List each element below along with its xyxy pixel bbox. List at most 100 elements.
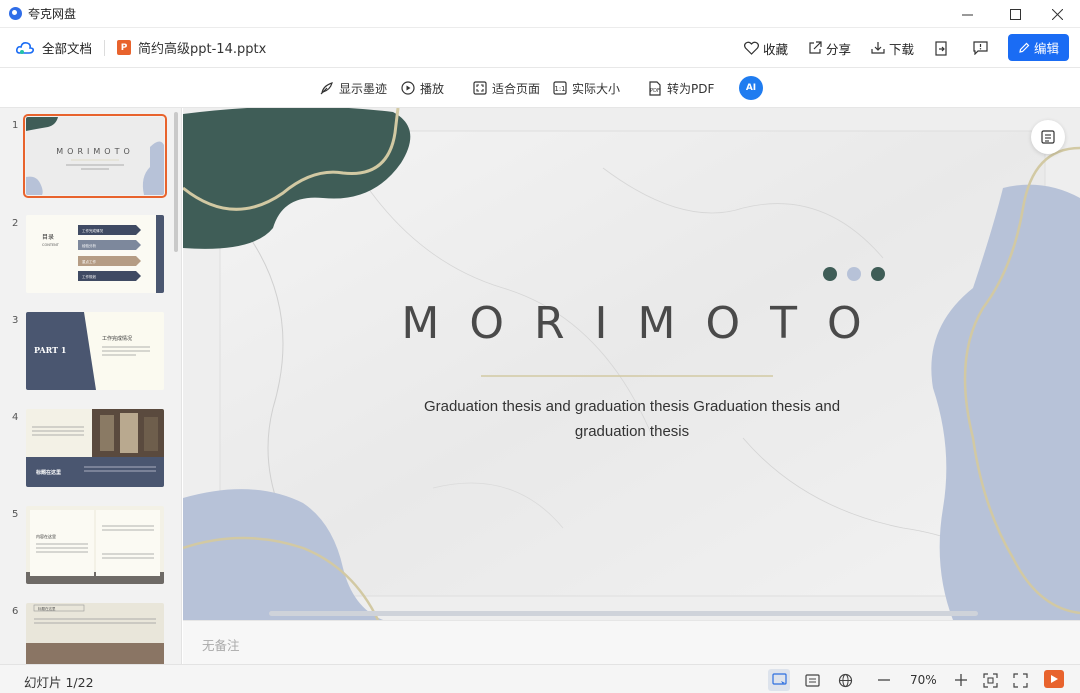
convert-pdf-label: 转为PDF xyxy=(667,81,715,96)
fit-page-label: 适合页面 xyxy=(492,81,541,96)
zoom-in-button[interactable] xyxy=(950,669,972,691)
slide-background xyxy=(183,108,1080,620)
title-bar: 夸克网盘 xyxy=(0,0,1080,28)
status-bar: 幻灯片 1/22 70% xyxy=(0,664,1080,693)
thumbnail-title: PART 1 xyxy=(34,345,66,355)
thumbnail-number: 3 xyxy=(12,315,19,326)
slide-thumbnail-3[interactable]: PART 1 工作完成情况 xyxy=(26,312,164,390)
fit-page-button[interactable]: 适合页面 xyxy=(473,68,540,108)
speaker-notes[interactable]: 无备注 xyxy=(183,620,1080,664)
minus-icon xyxy=(878,679,890,681)
svg-text:PDF: PDF xyxy=(650,88,660,94)
thumbnail-title: 标题在这里 xyxy=(35,469,61,476)
thumbnail-item: 工作规划 xyxy=(82,274,96,279)
thumbnail-number: 1 xyxy=(12,120,19,131)
notes-view-button[interactable] xyxy=(801,669,823,691)
slide-list-toggle-button[interactable] xyxy=(1031,120,1065,154)
zoom-out-button[interactable] xyxy=(873,669,895,691)
slideshow-play-button[interactable] xyxy=(1044,670,1064,688)
heart-icon xyxy=(744,41,759,55)
download-label: 下载 xyxy=(889,41,915,57)
svg-text:1:1: 1:1 xyxy=(554,85,565,93)
cloud-icon[interactable] xyxy=(16,41,34,55)
favorite-button[interactable]: 收藏 xyxy=(744,28,788,68)
zoom-level: 70% xyxy=(910,673,937,687)
pdf-file-icon: PDF xyxy=(649,80,661,96)
slide-title: MORIMOTO xyxy=(401,298,892,349)
thumbnail-title: MORIMOTO xyxy=(56,147,134,156)
play-button[interactable]: 播放 xyxy=(401,68,444,108)
feedback-button[interactable] xyxy=(973,28,992,68)
edit-label: 编辑 xyxy=(1033,41,1059,56)
ai-assistant-button[interactable]: AI xyxy=(739,76,763,100)
favorite-label: 收藏 xyxy=(763,41,789,57)
web-view-button[interactable] xyxy=(834,669,856,691)
thumbnail-item: 工作完成情况 xyxy=(82,228,103,233)
pencil-icon xyxy=(1019,42,1030,53)
play-circle-icon xyxy=(401,81,415,95)
export-button[interactable] xyxy=(934,28,952,68)
app-title: 夸克网盘 xyxy=(28,7,77,21)
download-button[interactable]: 下载 xyxy=(871,28,914,68)
minimize-button[interactable] xyxy=(944,0,990,28)
fullscreen-icon xyxy=(1012,672,1028,688)
slides-icon xyxy=(1041,130,1055,144)
slide-thumbnail-2[interactable]: 目录 CONTENT 工作完成情况 经验分析 重点工作 工作规划 xyxy=(26,215,164,293)
thumbnail-number: 4 xyxy=(12,412,19,423)
pptx-file-icon: P xyxy=(117,40,132,55)
actual-size-label: 实际大小 xyxy=(572,81,621,96)
show-ink-button[interactable]: 显示墨迹 xyxy=(320,68,387,108)
slide-thumbnail-5[interactable]: 内容在这里 xyxy=(26,506,164,584)
feather-ink-icon xyxy=(320,82,333,95)
share-button[interactable]: 分享 xyxy=(808,28,851,68)
share-icon xyxy=(809,41,822,54)
fit-page-icon xyxy=(473,81,487,95)
play-label: 播放 xyxy=(420,81,445,96)
breadcrumb-all-docs[interactable]: 全部文档 xyxy=(42,38,92,57)
fit-screen-icon xyxy=(982,672,998,688)
close-icon xyxy=(1051,8,1063,20)
file-name: 简约高级ppt-14.pptx xyxy=(138,42,267,57)
fit-screen-button[interactable] xyxy=(979,669,1001,691)
convert-pdf-button[interactable]: PDF 转为PDF xyxy=(648,68,714,108)
actual-size-button[interactable]: 1:1 实际大小 xyxy=(553,68,620,108)
plus-icon xyxy=(955,674,967,686)
show-ink-label: 显示墨迹 xyxy=(339,81,388,96)
share-label: 分享 xyxy=(826,41,852,57)
minimize-icon xyxy=(961,14,973,15)
maximize-button[interactable] xyxy=(992,0,1038,28)
normal-view-icon xyxy=(771,673,787,686)
thumbnail-scrollbar[interactable] xyxy=(174,112,178,252)
thumbnail-title: 目录 xyxy=(42,233,54,241)
thumbnail-number: 6 xyxy=(12,606,19,617)
slide-counter: 幻灯片 1/22 xyxy=(24,675,94,690)
globe-icon xyxy=(838,673,852,687)
slide-thumbnail-1[interactable]: MORIMOTO xyxy=(23,114,167,198)
notes-placeholder: 无备注 xyxy=(202,638,240,653)
horizontal-scrollbar[interactable] xyxy=(269,611,978,616)
export-icon xyxy=(935,40,947,56)
feedback-icon xyxy=(973,41,988,55)
notes-view-icon xyxy=(804,673,820,687)
thumbnail-subtitle: 工作完成情况 xyxy=(102,335,132,342)
download-icon xyxy=(871,42,885,54)
thumbnail-item: 经验分析 xyxy=(82,243,96,248)
actual-size-icon: 1:1 xyxy=(553,81,567,95)
thumbnail-title: 标题在这里 xyxy=(38,606,56,611)
maximize-icon xyxy=(1009,8,1021,20)
close-button[interactable] xyxy=(1034,0,1080,28)
edit-button[interactable]: 编辑 xyxy=(1008,34,1069,61)
slide-subtitle: Graduation thesis and graduation thesis … xyxy=(423,398,841,440)
document-header: 全部文档 P 简约高级ppt-14.pptx 收藏 分享 下载 编辑 xyxy=(0,28,1080,68)
slide-thumbnail-4[interactable]: 标题在这里 xyxy=(26,409,164,487)
slide-canvas: MORIMOTO Graduation thesis and graduatio… xyxy=(183,108,1080,620)
slide-thumbnail-6[interactable]: 标题在这里 xyxy=(26,603,164,664)
fullscreen-button[interactable] xyxy=(1009,669,1031,691)
divider xyxy=(104,39,106,56)
ai-icon: AI xyxy=(745,83,757,93)
thumbnail-number: 2 xyxy=(12,218,19,229)
play-icon xyxy=(1051,675,1058,683)
normal-view-button[interactable] xyxy=(768,669,790,691)
view-toolbar: 显示墨迹 播放 适合页面 1:1 实际大小 PDF 转为PDF AI xyxy=(0,68,1080,108)
thumbnail-title: 内容在这里 xyxy=(36,533,56,539)
